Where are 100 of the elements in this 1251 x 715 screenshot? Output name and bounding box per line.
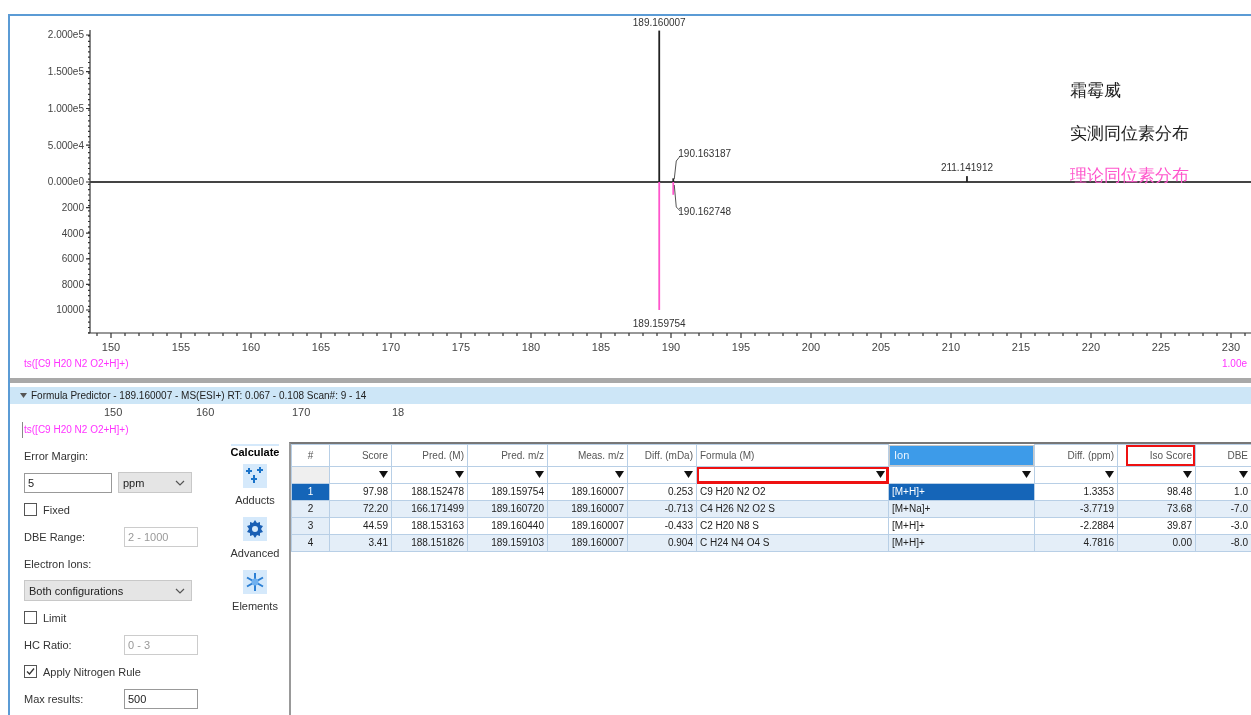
input-field[interactable]: 5 — [24, 472, 112, 493]
peak-label: 211.141912 — [940, 162, 993, 174]
axis-tick-label: 200 — [801, 341, 821, 353]
filter-icon[interactable] — [1022, 471, 1031, 478]
axis-tick-label: 170 — [381, 341, 401, 353]
table-cell: -0.433 — [627, 517, 697, 534]
field-label: DBE Range: — [24, 530, 87, 543]
axis-tick-label: 160 — [241, 341, 261, 353]
axis-tick-label: 155 — [171, 341, 191, 353]
axis-tick-label: 175 — [451, 341, 471, 353]
column-header[interactable]: # — [291, 444, 330, 466]
field-label: HC Ratio: — [24, 638, 73, 651]
table-cell: 189.159754 — [467, 483, 548, 500]
table-cell: 98.48 — [1117, 483, 1196, 500]
scale-label: 1.00e — [1222, 358, 1248, 369]
table-cell: 188.153163 — [391, 517, 468, 534]
compound-name: 霜霉威 — [1070, 81, 1121, 100]
table-cell: 44.59 — [329, 517, 392, 534]
leader-line — [673, 155, 681, 180]
axis-tick-label: 150 — [104, 406, 123, 418]
filter-icon[interactable] — [455, 471, 464, 478]
column-header[interactable]: Score — [329, 444, 392, 466]
field-label: Max results: — [24, 692, 85, 705]
field-label: Electron Ions: — [24, 557, 92, 570]
table-cell: C2 H20 N8 S — [696, 517, 889, 534]
column-header[interactable]: DBE — [1195, 444, 1251, 466]
axis-tick-label: 205 — [871, 341, 891, 353]
axis-tick-label: 210 — [941, 341, 961, 353]
calculate-button[interactable]: Calculate — [230, 444, 280, 458]
table-cell: -2.2884 — [1034, 517, 1118, 534]
filter-icon[interactable] — [535, 471, 544, 478]
trace-label: ts([C9 H20 N2 O2+H]+) — [24, 358, 129, 369]
sparkles-icon — [243, 464, 267, 488]
filter-icon[interactable] — [876, 471, 885, 478]
axis-tick-label: 18 — [392, 406, 405, 418]
table-cell: 1.3353 — [1034, 483, 1118, 500]
tool-button[interactable]: Elements — [232, 570, 278, 612]
axis-tick-label: 2000 — [61, 202, 84, 214]
tool-button[interactable]: Adducts — [235, 464, 275, 506]
table-cell: [M+H]+ — [888, 517, 1035, 534]
axis-tick-label: 10000 — [56, 304, 84, 316]
table-cell: 97.98 — [329, 483, 392, 500]
filter-field[interactable] — [888, 466, 1035, 483]
peak-label: 189.159754 — [632, 317, 686, 329]
axis-tick-label: 2.000e5 — [47, 29, 84, 41]
filter-icon[interactable] — [684, 471, 693, 478]
checkbox[interactable] — [24, 503, 37, 516]
axis-tick-label: 220 — [1081, 341, 1101, 353]
collapse-icon[interactable] — [20, 393, 27, 398]
peak-label: 189.160007 — [632, 16, 686, 28]
input-field[interactable]: 500 — [124, 688, 198, 709]
table-cell: 0.253 — [627, 483, 697, 500]
axis-tick-label: 1.500e5 — [47, 66, 84, 78]
column-header[interactable]: Pred. m/z — [467, 444, 548, 466]
table-cell: 188.152478 — [391, 483, 468, 500]
filter-icon[interactable] — [379, 471, 388, 478]
axis-tick-label: 150 — [101, 341, 121, 353]
axis-tick-label: 0.000e0 — [47, 176, 84, 188]
leader-line — [673, 184, 681, 212]
table-cell: 39.87 — [1117, 517, 1196, 534]
axis-tick-label: 225 — [1151, 341, 1171, 353]
tool-button[interactable]: Advanced — [230, 517, 280, 559]
unit-dropdown[interactable]: ppm — [118, 472, 192, 493]
peak-label: 190.163187 — [678, 148, 732, 159]
axis-tick-label: 230 — [1221, 341, 1241, 353]
table-cell: 189.160007 — [547, 517, 628, 534]
axis-tick-label: 8000 — [61, 278, 84, 290]
axis-tick-label: 160 — [196, 406, 215, 418]
checkbox-label: Apply Nitrogen Rule — [43, 665, 141, 678]
legend-label: 实测同位素分布 — [1070, 124, 1189, 143]
field-label: Error Margin: — [24, 449, 89, 462]
axis-tick-label: 165 — [311, 341, 331, 353]
column-header[interactable]: Iso Score — [1117, 444, 1196, 466]
axis-tick-label: 190 — [661, 341, 681, 353]
column-header[interactable]: Pred. (M) — [391, 444, 468, 466]
table-cell: 189.160440 — [467, 517, 548, 534]
axis-tick-label: 180 — [521, 341, 541, 353]
column-header[interactable]: Formula (M) — [696, 444, 889, 466]
axis-tick-label: 170 — [292, 406, 311, 418]
axis-tick-label: 215 — [1011, 341, 1031, 353]
column-header[interactable]: Diff. (ppm) — [1034, 444, 1118, 466]
axis-tick-label: 4000 — [61, 227, 84, 239]
filter-icon[interactable] — [615, 471, 624, 478]
column-header[interactable]: Meas. m/z — [547, 444, 628, 466]
table-cell: C9 H20 N2 O2 — [696, 483, 889, 500]
axis-tick-label: 195 — [731, 341, 751, 353]
checkbox[interactable] — [24, 665, 37, 678]
filter-icon[interactable] — [1239, 471, 1248, 478]
axis-tick-label: 185 — [591, 341, 611, 353]
column-header[interactable]: Diff. (mDa) — [627, 444, 697, 466]
trace-label: ts([C9 H20 N2 O2+H]+) — [24, 424, 129, 435]
chevron-down-icon — [175, 587, 185, 594]
chevron-down-icon — [175, 479, 185, 486]
peak-label: 190.162748 — [678, 206, 732, 217]
filter-icon[interactable] — [1183, 471, 1192, 478]
checkbox[interactable] — [24, 611, 37, 624]
gear-icon — [243, 517, 267, 541]
panel-title: Formula Predictor - 189.160007 - MS(ESI+) RT: 0.067 - 0.108 Scan#: 9 - 14 — [31, 390, 367, 401]
filter-icon[interactable] — [1105, 471, 1114, 478]
dropdown[interactable]: Both configurations — [24, 580, 192, 601]
